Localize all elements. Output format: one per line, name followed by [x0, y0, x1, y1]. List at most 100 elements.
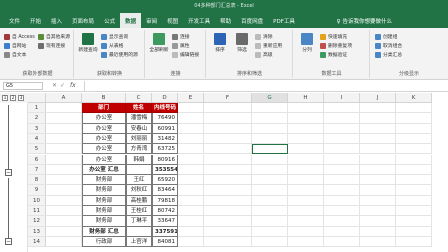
cell-d4[interactable]: 31482: [152, 133, 178, 145]
cell-e9[interactable]: [178, 185, 204, 196]
cell-h14[interactable]: [288, 236, 324, 248]
row-header-10[interactable]: 10: [28, 195, 46, 206]
cell-j7[interactable]: [360, 164, 396, 176]
cell-b12[interactable]: 财务部: [82, 216, 126, 227]
reapply-button[interactable]: 重新应用: [255, 42, 282, 49]
cell-c4[interactable]: 刘丽丽: [126, 133, 152, 145]
tab-review[interactable]: 审阅: [141, 13, 162, 28]
tell-me-box[interactable]: ♀ 告诉我你想要做什么: [336, 17, 392, 25]
cell-c5[interactable]: 方青湾: [126, 144, 152, 155]
cell-i8[interactable]: [324, 175, 360, 186]
cell-h1[interactable]: [288, 103, 324, 114]
cell-e11[interactable]: [178, 206, 204, 217]
cell-k5[interactable]: [396, 144, 432, 155]
cell-c2[interactable]: 潘雪梅: [126, 113, 152, 124]
cell-i2[interactable]: [324, 113, 360, 124]
cell-d2[interactable]: 76490: [152, 113, 178, 124]
cell-e7[interactable]: [178, 164, 204, 176]
cell-k8[interactable]: [396, 175, 432, 186]
from-table-button[interactable]: 从表格: [101, 42, 123, 49]
cell-d1[interactable]: 内线号码: [152, 103, 178, 114]
row-header-12[interactable]: 12: [28, 216, 46, 227]
cell-f5[interactable]: [204, 144, 252, 155]
cell-g2[interactable]: [252, 113, 288, 124]
tab-page-layout[interactable]: 页面布局: [67, 13, 99, 28]
cell-e1[interactable]: [178, 103, 204, 114]
cell-i9[interactable]: [324, 185, 360, 196]
cell-a1[interactable]: [46, 103, 82, 114]
cell-k12[interactable]: [396, 216, 432, 227]
cell-g9[interactable]: [252, 185, 288, 196]
sort-button[interactable]: 排序: [211, 33, 229, 53]
cell-a6[interactable]: [46, 154, 82, 165]
cell-f6[interactable]: [204, 154, 252, 165]
cell-b7[interactable]: 办公室 汇总: [82, 164, 126, 176]
cell-a7[interactable]: [46, 164, 82, 176]
row-header-9[interactable]: 9: [28, 185, 46, 196]
cell-j6[interactable]: [360, 154, 396, 165]
cell-k6[interactable]: [396, 154, 432, 165]
column-header-d[interactable]: D: [152, 93, 178, 103]
row-header-5[interactable]: 5: [28, 144, 46, 155]
cell-k14[interactable]: [396, 236, 432, 248]
from-other-sources-button[interactable]: 自其他来源: [38, 33, 70, 40]
cell-k11[interactable]: [396, 206, 432, 217]
cell-a14[interactable]: [46, 236, 82, 248]
cell-g7[interactable]: [252, 164, 288, 176]
cell-d11[interactable]: 80742: [152, 206, 178, 217]
row-header-13[interactable]: 13: [28, 226, 46, 237]
cell-g10[interactable]: [252, 195, 288, 206]
outline-level-1[interactable]: 1: [2, 95, 8, 101]
cell-a5[interactable]: [46, 144, 82, 155]
cell-c11[interactable]: 王桂红: [126, 206, 152, 217]
cell-g4[interactable]: [252, 133, 288, 145]
cell-b14[interactable]: 行政部: [82, 236, 126, 248]
cell-j12[interactable]: [360, 216, 396, 227]
cell-h6[interactable]: [288, 154, 324, 165]
tab-help[interactable]: 帮助: [215, 13, 236, 28]
cell-i13[interactable]: [324, 226, 360, 237]
tab-formulas[interactable]: 公式: [99, 13, 120, 28]
cell-a3[interactable]: [46, 123, 82, 134]
cell-a2[interactable]: [46, 113, 82, 124]
tab-home[interactable]: 开始: [25, 13, 46, 28]
cell-c6[interactable]: 韩娟: [126, 154, 152, 165]
cell-j14[interactable]: [360, 236, 396, 248]
row-header-11[interactable]: 11: [28, 206, 46, 217]
cell-a9[interactable]: [46, 185, 82, 196]
cell-f4[interactable]: [204, 133, 252, 145]
cell-g12[interactable]: [252, 216, 288, 227]
cell-h13[interactable]: [288, 226, 324, 237]
cell-g8[interactable]: [252, 175, 288, 186]
cell-e14[interactable]: [178, 236, 204, 248]
cell-b11[interactable]: 财务部: [82, 206, 126, 217]
cell-h4[interactable]: [288, 133, 324, 145]
cell-g6[interactable]: [252, 154, 288, 165]
tab-file[interactable]: 文件: [4, 13, 25, 28]
cell-c3[interactable]: 安春山: [126, 123, 152, 134]
cell-f12[interactable]: [204, 216, 252, 227]
cell-k1[interactable]: [396, 103, 432, 114]
cell-f10[interactable]: [204, 195, 252, 206]
cell-j10[interactable]: [360, 195, 396, 206]
cell-a13[interactable]: [46, 226, 82, 237]
cell-c7[interactable]: [126, 164, 152, 176]
column-header-c[interactable]: C: [126, 93, 152, 103]
tab-view[interactable]: 视图: [162, 13, 183, 28]
cell-h9[interactable]: [288, 185, 324, 196]
cell-b2[interactable]: 办公室: [82, 113, 126, 124]
column-header-h[interactable]: H: [288, 93, 324, 103]
cell-c9[interactable]: 刘秋红: [126, 185, 152, 196]
cell-i5[interactable]: [324, 144, 360, 155]
filter-button[interactable]: 筛选: [233, 33, 251, 53]
cell-c13[interactable]: [126, 226, 152, 237]
cell-j2[interactable]: [360, 113, 396, 124]
cell-d12[interactable]: 33647: [152, 216, 178, 227]
cell-d10[interactable]: 79818: [152, 195, 178, 206]
cell-k10[interactable]: [396, 195, 432, 206]
column-header-k[interactable]: K: [396, 93, 432, 103]
cell-f14[interactable]: [204, 236, 252, 248]
cell-i14[interactable]: [324, 236, 360, 248]
cell-e13[interactable]: [178, 226, 204, 237]
text-to-columns-button[interactable]: 分列: [298, 33, 316, 53]
